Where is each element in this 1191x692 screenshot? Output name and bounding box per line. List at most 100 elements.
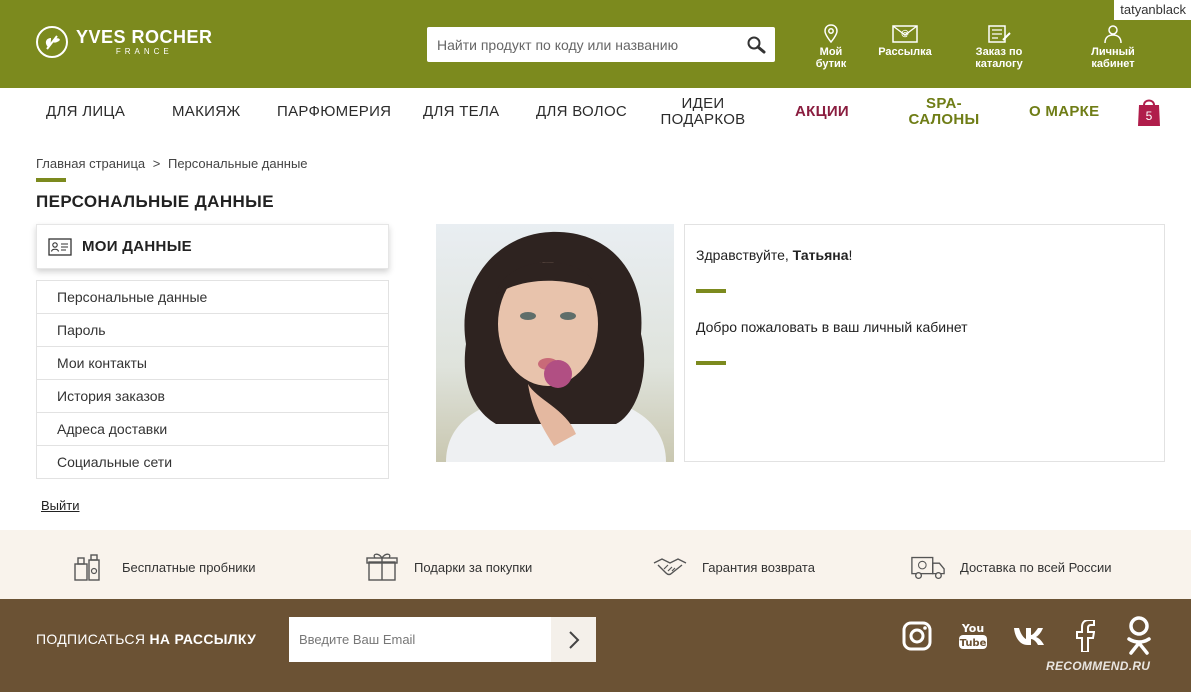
- footer: ПОДПИСАТЬСЯ НА РАССЫЛКУ You Tube: [0, 599, 1191, 692]
- catalog-order-icon: [988, 25, 1011, 43]
- newsletter-link[interactable]: @ Рассылка: [873, 24, 937, 58]
- odnoklassniki-icon: [1127, 616, 1151, 655]
- delivery-truck-icon: [910, 552, 946, 582]
- page-title: ПЕРСОНАЛЬНЫЕ ДАННЫЕ: [36, 192, 274, 211]
- nav-hair[interactable]: ДЛЯ ВОЛОС: [536, 104, 627, 120]
- greeting-text: Здравствуйте, Татьяна!: [696, 247, 852, 263]
- instagram-link[interactable]: [900, 619, 934, 653]
- location-pin-icon: [824, 24, 838, 44]
- benefit-delivery: Доставка по всей России: [910, 552, 1112, 582]
- sidebar-item-social-networks[interactable]: Социальные сети: [37, 445, 388, 478]
- svg-text:You: You: [961, 622, 984, 635]
- gift-icon: [364, 552, 400, 582]
- brand-name: YVES ROCHER: [76, 27, 213, 47]
- id-card-icon: [48, 237, 72, 256]
- sidebar-item-order-history[interactable]: История заказов: [37, 379, 388, 412]
- brand-logo[interactable]: YVES ROCHER FRANCE: [36, 26, 213, 58]
- subscribe-bold: НА РАССЫЛКУ: [149, 631, 257, 647]
- title-accent-bar: [36, 178, 66, 182]
- my-boutique-label-1: Мой: [819, 46, 843, 58]
- instagram-icon: [902, 621, 932, 651]
- chevron-right-icon: [568, 630, 579, 649]
- logout-link[interactable]: Выйти: [41, 498, 80, 513]
- nav-perfume[interactable]: ПАРФЮМЕРИЯ: [277, 104, 391, 120]
- leaf-logo-icon: [36, 26, 68, 58]
- nav-body[interactable]: ДЛЯ ТЕЛА: [423, 104, 499, 120]
- svg-text:@: @: [901, 29, 909, 38]
- facebook-link[interactable]: [1068, 619, 1102, 653]
- sidebar-item-personal-data[interactable]: Персональные данные: [37, 280, 388, 313]
- nav-promotions[interactable]: АКЦИИ: [795, 104, 849, 120]
- welcome-message: Добро пожаловать в ваш личный кабинет: [696, 319, 968, 335]
- newsletter-label: Рассылка: [878, 46, 932, 58]
- sidebar-item-delivery-addresses[interactable]: Адреса доставки: [37, 412, 388, 445]
- email-input[interactable]: [289, 617, 551, 662]
- catalog-order-label-2: каталогу: [975, 58, 1023, 70]
- sidebar-item-contacts[interactable]: Мои контакты: [37, 346, 388, 379]
- catalog-order-label-1: Заказ по: [975, 46, 1023, 58]
- youtube-link[interactable]: You Tube: [956, 619, 990, 653]
- breadcrumb-home[interactable]: Главная страница: [36, 156, 145, 171]
- benefit-return-guarantee: Гарантия возврата: [652, 552, 815, 582]
- nav-spa-salons[interactable]: SPA- САЛОНЫ: [907, 96, 981, 128]
- search-bar: [427, 27, 775, 62]
- breadcrumb: Главная страница > Персональные данные: [36, 156, 308, 171]
- benefit-gifts: Подарки за покупки: [364, 552, 532, 582]
- cart-count: 5: [1145, 109, 1153, 123]
- subscribe-prefix: ПОДПИСАТЬСЯ: [36, 631, 150, 647]
- vk-icon: [1014, 628, 1044, 645]
- cart-button[interactable]: 5: [1137, 96, 1161, 127]
- facebook-icon: [1076, 620, 1095, 652]
- my-boutique-link[interactable]: Мой бутик: [812, 24, 850, 70]
- nav-about-brand[interactable]: О МАРКЕ: [1029, 104, 1099, 120]
- breadcrumb-current: Персональные данные: [167, 156, 308, 171]
- newsletter-envelope-icon: @: [892, 25, 918, 43]
- nav-gift-ideas-line1: ИДЕИ: [681, 95, 725, 112]
- nav-spa-line2: САЛОНЫ: [908, 111, 980, 128]
- my-boutique-label-2: бутик: [815, 58, 847, 70]
- search-button[interactable]: [737, 27, 775, 62]
- catalog-order-link[interactable]: Заказ по каталогу: [968, 24, 1030, 70]
- greeting-prefix: Здравствуйте,: [696, 247, 793, 263]
- nav-makeup[interactable]: МАКИЯЖ: [172, 104, 241, 120]
- benefit-free-samples-label: Бесплатные пробники: [122, 559, 256, 575]
- main-nav: ДЛЯ ЛИЦА МАКИЯЖ ПАРФЮМЕРИЯ ДЛЯ ТЕЛА ДЛЯ …: [0, 88, 1191, 136]
- youtube-icon: You Tube: [959, 622, 987, 649]
- brand-sub: FRANCE: [115, 47, 173, 56]
- sidebar-header: МОИ ДАННЫЕ: [36, 224, 389, 269]
- top-header: YVES ROCHER FRANCE Мой бутик @ Рассылка: [0, 0, 1191, 88]
- handshake-icon: [652, 552, 688, 582]
- welcome-divider-1: [696, 289, 726, 293]
- account-sidebar: МОИ ДАННЫЕ Персональные данные Пароль Мо…: [36, 224, 389, 479]
- benefit-return-guarantee-label: Гарантия возврата: [702, 559, 815, 575]
- vk-link[interactable]: [1012, 619, 1046, 653]
- model-photo: [436, 224, 674, 462]
- account-link[interactable]: Личный кабинет: [1085, 24, 1141, 70]
- account-label-1: Личный: [1091, 46, 1135, 58]
- account-label-2: кабинет: [1091, 58, 1135, 70]
- search-input[interactable]: [427, 27, 737, 62]
- nav-gift-ideas[interactable]: ИДЕИ ПОДАРКОВ: [659, 96, 747, 128]
- newsletter-form: [289, 617, 596, 662]
- benefit-delivery-label: Доставка по всей России: [960, 559, 1112, 575]
- site-watermark: RECOMMEND.RU: [1046, 659, 1151, 673]
- sidebar-menu: Персональные данные Пароль Мои контакты …: [36, 280, 389, 479]
- benefit-free-samples: Бесплатные пробники: [72, 552, 256, 582]
- benefit-gifts-label: Подарки за покупки: [414, 559, 533, 575]
- samples-icon: [72, 552, 108, 582]
- odnoklassniki-link[interactable]: [1122, 615, 1156, 659]
- username-badge: tatyanblack: [1114, 0, 1191, 20]
- subscribe-submit-button[interactable]: [551, 617, 596, 662]
- greeting-suffix: !: [848, 247, 853, 263]
- nav-face[interactable]: ДЛЯ ЛИЦА: [46, 104, 125, 120]
- welcome-divider-2: [696, 361, 726, 365]
- user-icon: [1104, 25, 1122, 44]
- magnifier-icon: [747, 36, 766, 53]
- subscribe-label: ПОДПИСАТЬСЯ НА РАССЫЛКУ: [36, 631, 256, 647]
- welcome-panel: Здравствуйте, Татьяна! Добро пожаловать …: [684, 224, 1165, 462]
- user-name: Татьяна: [792, 247, 849, 263]
- nav-spa-line1: SPA-: [926, 95, 962, 112]
- benefits-strip: Бесплатные пробники Подарки за покупки Г…: [0, 530, 1191, 599]
- svg-text:Tube: Tube: [960, 638, 987, 649]
- sidebar-item-password[interactable]: Пароль: [37, 313, 388, 346]
